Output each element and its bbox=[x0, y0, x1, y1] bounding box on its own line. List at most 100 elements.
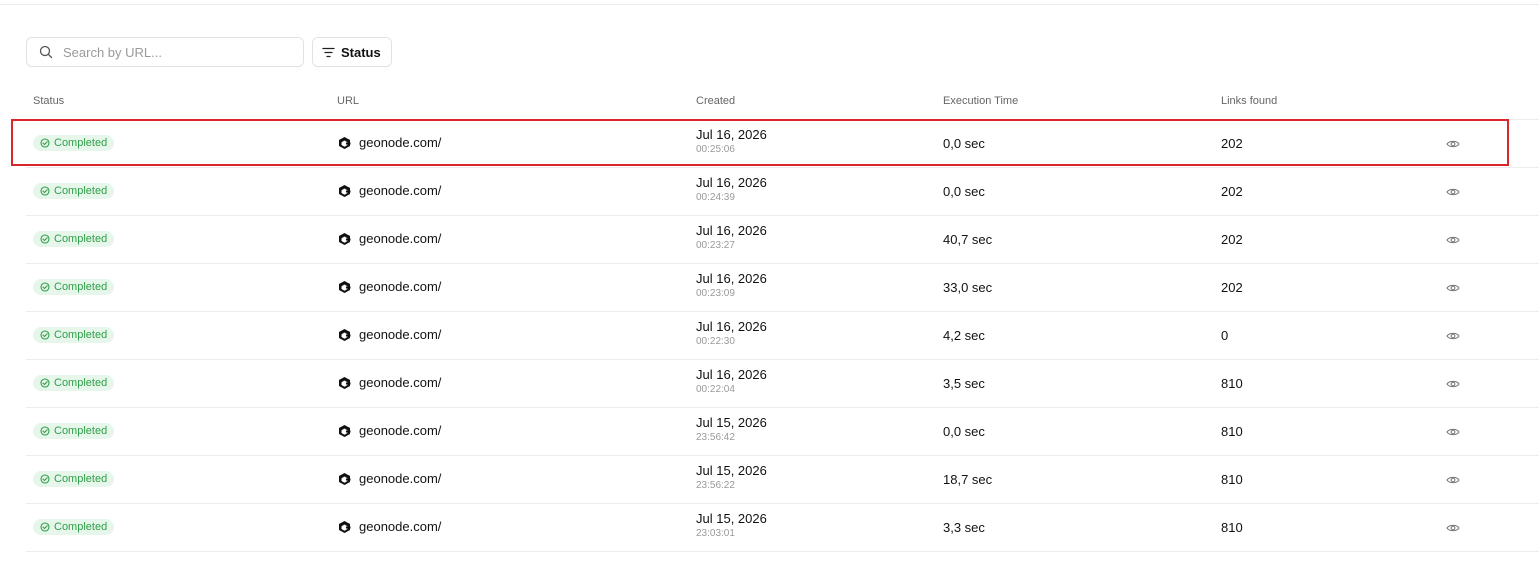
crawl-table: Status URL Created Execution Time Links … bbox=[26, 88, 1539, 552]
geonode-logo-icon bbox=[339, 328, 351, 341]
links-found: 810 bbox=[1221, 424, 1243, 439]
created-date: Jul 16, 2026 bbox=[696, 319, 767, 334]
url-cell[interactable]: geonode.com/ bbox=[337, 375, 441, 390]
status-text: Completed bbox=[54, 281, 108, 293]
created-cell: Jul 15, 2026 23:56:42 bbox=[696, 415, 767, 445]
table-row[interactable]: Completed geonode.com/ Jul 16, 2026 00:2… bbox=[26, 216, 1539, 264]
created-cell: Jul 16, 2026 00:24:39 bbox=[696, 175, 767, 205]
status-badge: Completed bbox=[33, 231, 115, 247]
check-circle-icon bbox=[40, 426, 50, 436]
created-time: 00:24:39 bbox=[696, 192, 735, 203]
execution-time: 40,7 sec bbox=[943, 232, 993, 247]
status-filter-button[interactable]: Status bbox=[312, 37, 392, 67]
status-badge: Completed bbox=[33, 135, 115, 151]
execution-time: 0,0 sec bbox=[943, 184, 985, 199]
check-circle-icon bbox=[40, 282, 50, 292]
url-cell[interactable]: geonode.com/ bbox=[337, 231, 441, 246]
check-circle-icon bbox=[40, 330, 50, 340]
created-date: Jul 16, 2026 bbox=[696, 127, 767, 142]
status-badge: Completed bbox=[33, 279, 115, 295]
geonode-logo-icon bbox=[339, 376, 351, 389]
status-text: Completed bbox=[54, 473, 108, 485]
table-row[interactable]: Completed geonode.com/ Jul 16, 2026 00:2… bbox=[26, 312, 1539, 360]
geonode-logo-icon bbox=[339, 424, 351, 437]
table-row[interactable]: Completed geonode.com/ Jul 16, 2026 00:2… bbox=[26, 120, 1539, 168]
view-button[interactable] bbox=[1446, 184, 1460, 202]
view-button[interactable] bbox=[1446, 520, 1460, 538]
created-cell: Jul 16, 2026 00:23:27 bbox=[696, 223, 767, 253]
table-body: Completed geonode.com/ Jul 16, 2026 00:2… bbox=[26, 120, 1539, 552]
created-date: Jul 16, 2026 bbox=[696, 223, 767, 238]
url-cell[interactable]: geonode.com/ bbox=[337, 471, 441, 486]
view-button[interactable] bbox=[1446, 424, 1460, 442]
geonode-logo-icon bbox=[339, 184, 351, 197]
links-found: 810 bbox=[1221, 520, 1243, 535]
search-input[interactable] bbox=[61, 43, 295, 61]
eye-icon bbox=[1446, 284, 1460, 292]
view-button[interactable] bbox=[1446, 328, 1460, 346]
created-cell: Jul 16, 2026 00:25:06 bbox=[696, 127, 767, 157]
column-header-url[interactable]: URL bbox=[337, 95, 359, 107]
status-text: Completed bbox=[54, 329, 108, 341]
url-cell[interactable]: geonode.com/ bbox=[337, 279, 441, 294]
url-text: geonode.com/ bbox=[359, 231, 442, 246]
status-text: Completed bbox=[54, 521, 108, 533]
search-box[interactable] bbox=[26, 37, 304, 67]
url-cell[interactable]: geonode.com/ bbox=[337, 519, 441, 534]
status-text: Completed bbox=[54, 185, 108, 197]
view-button[interactable] bbox=[1446, 136, 1460, 154]
column-header-status[interactable]: Status bbox=[33, 95, 64, 107]
eye-icon bbox=[1446, 476, 1460, 484]
created-time: 00:23:27 bbox=[696, 240, 735, 251]
check-circle-icon bbox=[40, 474, 50, 484]
links-found: 202 bbox=[1221, 232, 1243, 247]
url-text: geonode.com/ bbox=[359, 279, 442, 294]
top-divider bbox=[0, 4, 1539, 5]
check-circle-icon bbox=[40, 234, 50, 244]
table-header: Status URL Created Execution Time Links … bbox=[26, 88, 1539, 120]
created-date: Jul 15, 2026 bbox=[696, 463, 767, 478]
eye-icon bbox=[1446, 188, 1460, 196]
view-button[interactable] bbox=[1446, 472, 1460, 490]
status-badge: Completed bbox=[33, 519, 115, 535]
created-cell: Jul 15, 2026 23:03:01 bbox=[696, 511, 767, 541]
url-text: geonode.com/ bbox=[359, 519, 442, 534]
url-cell[interactable]: geonode.com/ bbox=[337, 183, 441, 198]
url-text: geonode.com/ bbox=[359, 183, 442, 198]
view-button[interactable] bbox=[1446, 280, 1460, 298]
table-row[interactable]: Completed geonode.com/ Jul 15, 2026 23:5… bbox=[26, 408, 1539, 456]
table-row[interactable]: Completed geonode.com/ Jul 16, 2026 00:2… bbox=[26, 168, 1539, 216]
view-button[interactable] bbox=[1446, 232, 1460, 250]
table-row[interactable]: Completed geonode.com/ Jul 15, 2026 23:5… bbox=[26, 456, 1539, 504]
column-header-created[interactable]: Created bbox=[696, 95, 735, 107]
execution-time: 3,5 sec bbox=[943, 376, 985, 391]
created-date: Jul 16, 2026 bbox=[696, 367, 767, 382]
toolbar: Status bbox=[26, 37, 392, 69]
created-time: 00:22:04 bbox=[696, 384, 735, 395]
eye-icon bbox=[1446, 524, 1460, 532]
column-header-execution-time[interactable]: Execution Time bbox=[943, 95, 1018, 107]
eye-icon bbox=[1446, 428, 1460, 436]
check-circle-icon bbox=[40, 522, 50, 532]
url-text: geonode.com/ bbox=[359, 471, 442, 486]
url-text: geonode.com/ bbox=[359, 327, 442, 342]
url-cell[interactable]: geonode.com/ bbox=[337, 327, 441, 342]
url-cell[interactable]: geonode.com/ bbox=[337, 423, 441, 438]
created-time: 23:56:42 bbox=[696, 432, 735, 443]
status-text: Completed bbox=[54, 233, 108, 245]
table-row[interactable]: Completed geonode.com/ Jul 15, 2026 23:0… bbox=[26, 504, 1539, 552]
created-date: Jul 15, 2026 bbox=[696, 511, 767, 526]
execution-time: 18,7 sec bbox=[943, 472, 993, 487]
table-row[interactable]: Completed geonode.com/ Jul 16, 2026 00:2… bbox=[26, 264, 1539, 312]
created-time: 23:56:22 bbox=[696, 480, 735, 491]
view-button[interactable] bbox=[1446, 376, 1460, 394]
status-filter-label: Status bbox=[341, 44, 381, 60]
column-header-links-found[interactable]: Links found bbox=[1221, 95, 1277, 107]
created-cell: Jul 16, 2026 00:22:30 bbox=[696, 319, 767, 349]
execution-time: 3,3 sec bbox=[943, 520, 985, 535]
status-badge: Completed bbox=[33, 327, 115, 343]
created-cell: Jul 16, 2026 00:22:04 bbox=[696, 367, 767, 397]
table-row[interactable]: Completed geonode.com/ Jul 16, 2026 00:2… bbox=[26, 360, 1539, 408]
check-circle-icon bbox=[40, 138, 50, 148]
url-cell[interactable]: geonode.com/ bbox=[337, 135, 441, 150]
